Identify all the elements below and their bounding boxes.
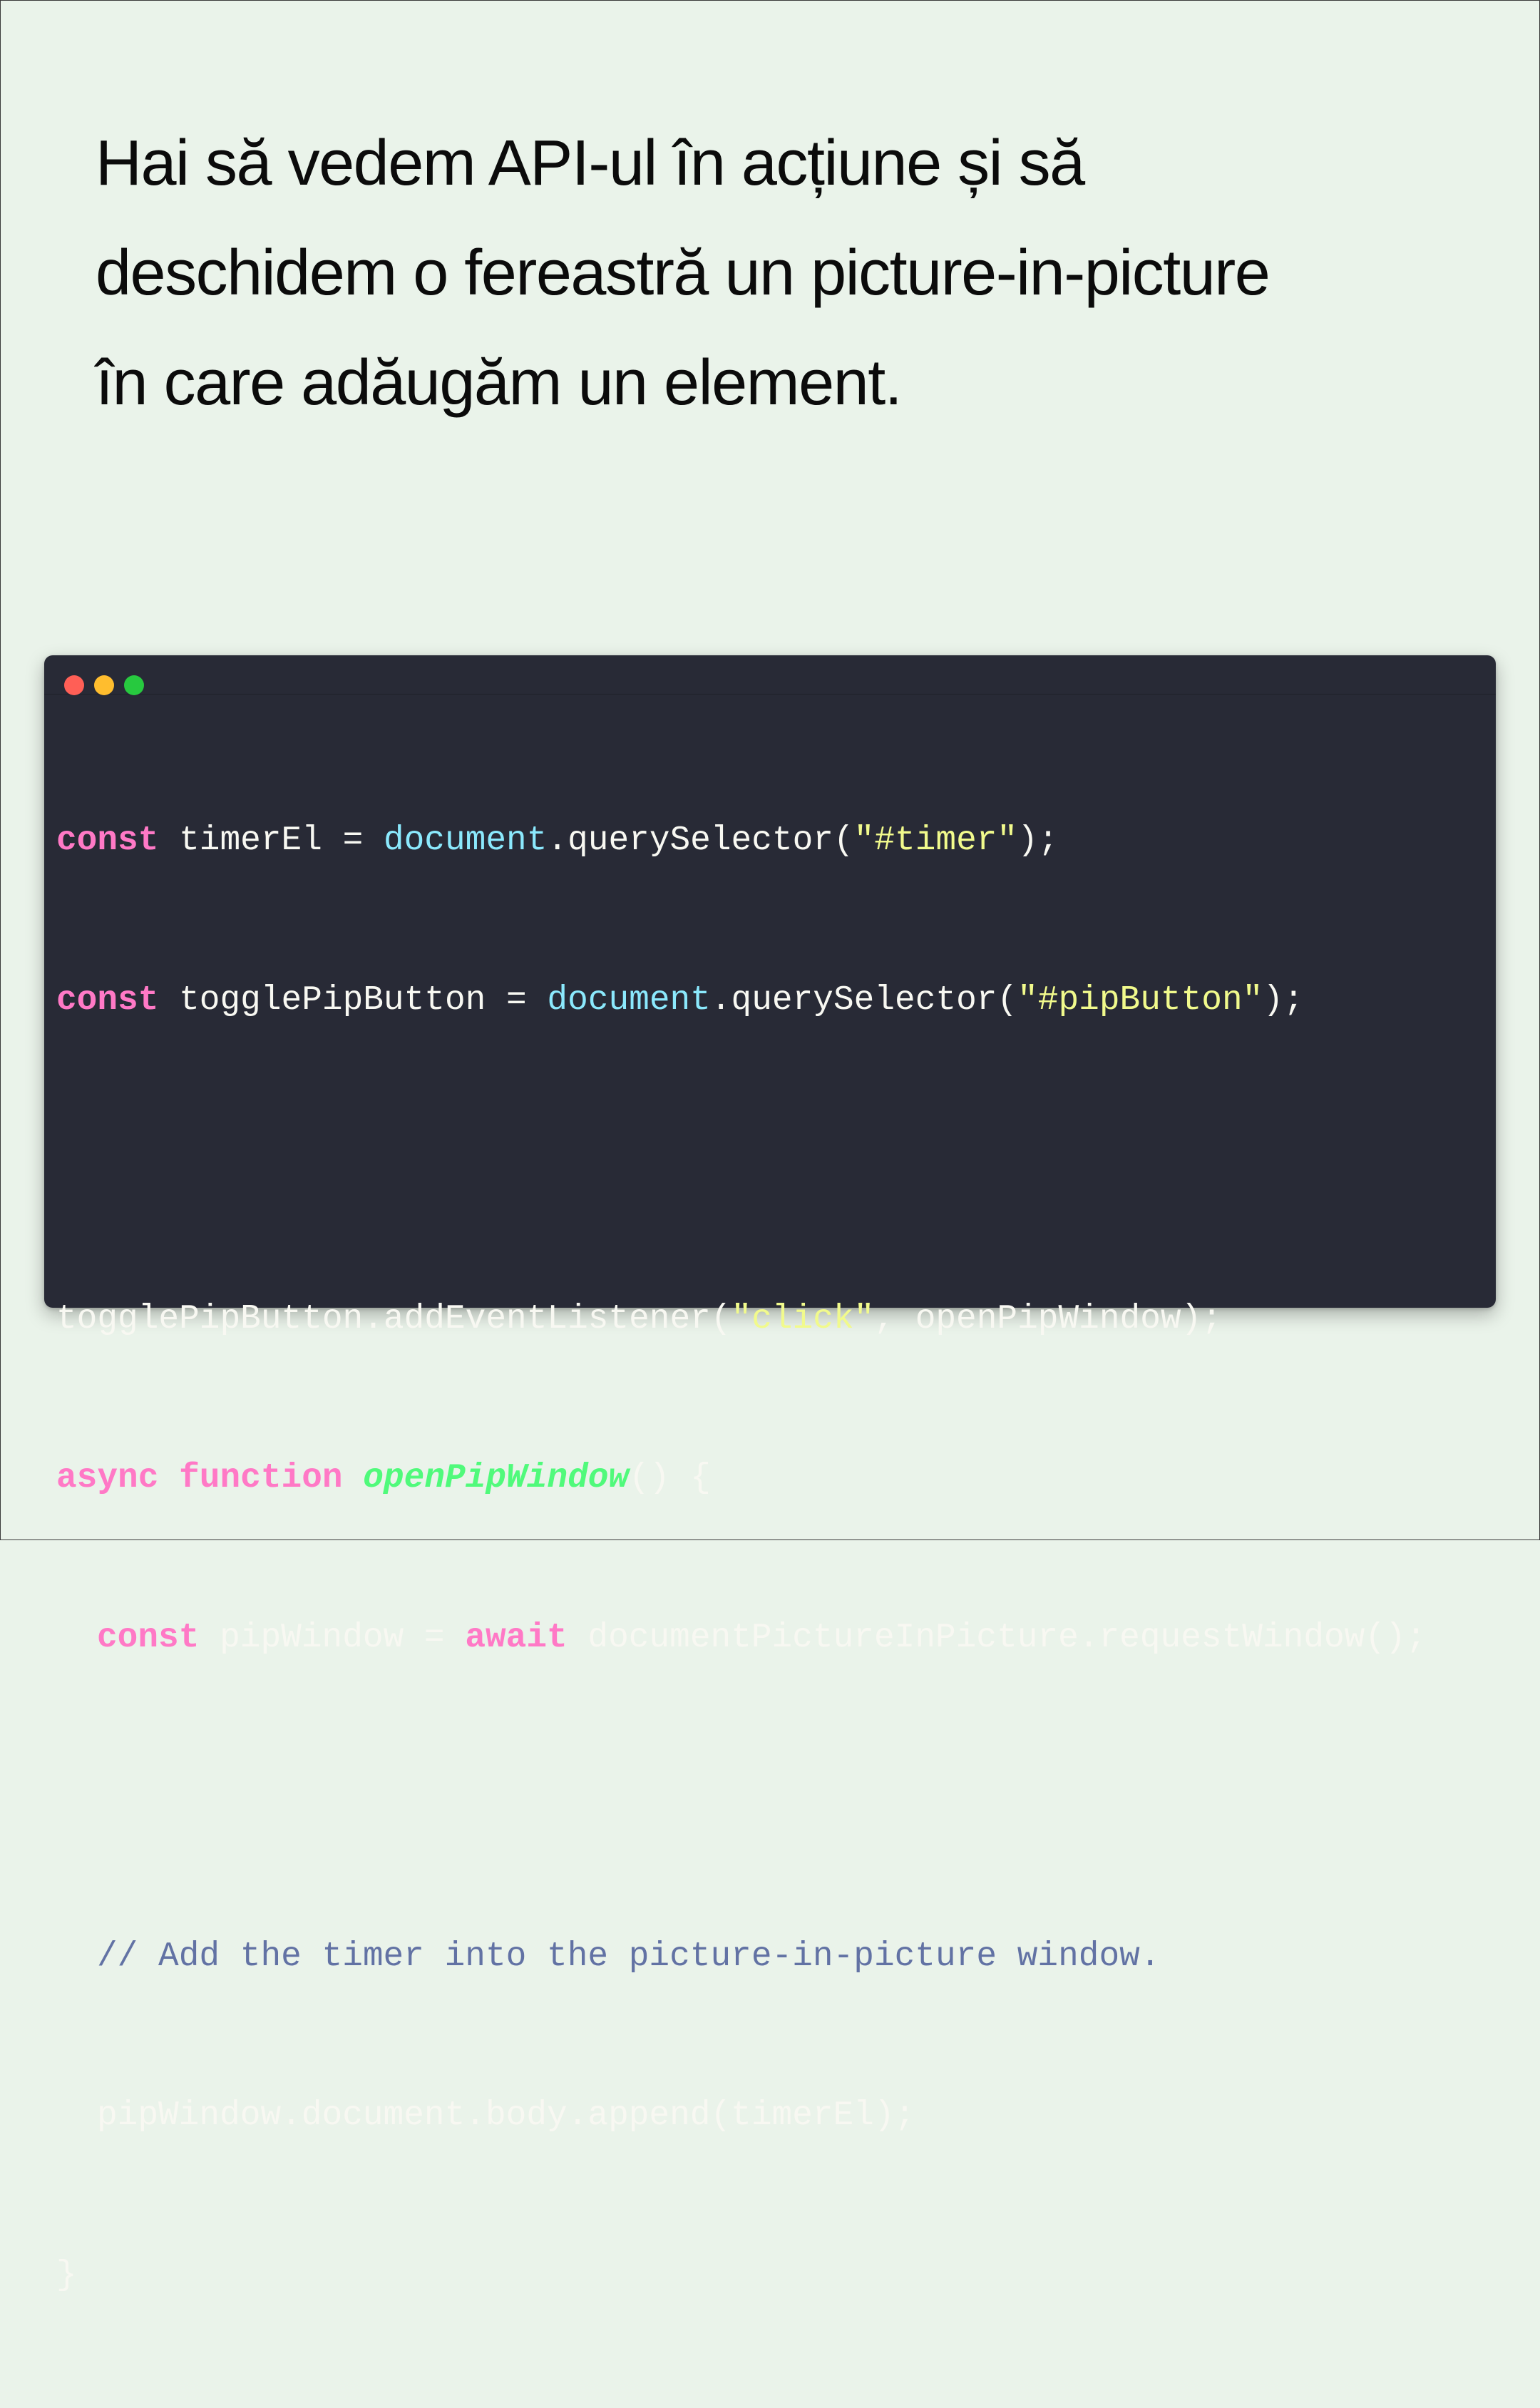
code-text: pipWindow = bbox=[199, 1618, 466, 1657]
code-text: togglePipButton = bbox=[158, 980, 548, 1020]
code-text: () { bbox=[629, 1459, 711, 1497]
code-text: } bbox=[56, 2255, 77, 2295]
code-string: "#timer" bbox=[853, 821, 1018, 860]
code-keyword: const bbox=[97, 1618, 200, 1657]
code-line-4: togglePipButton.addEventListener("click"… bbox=[56, 1293, 1426, 1346]
code-function-name: openPipWindow bbox=[363, 1459, 630, 1497]
code-line-6: const pipWindow = await documentPictureI… bbox=[56, 1612, 1426, 1665]
intro-line-2: deschidem o fereastră un picture-in-pict… bbox=[96, 237, 1270, 309]
code-comment: // Add the timer into the picture-in-pic… bbox=[97, 1937, 1161, 1976]
code-line-10: } bbox=[56, 2249, 1426, 2302]
code-text: .querySelector( bbox=[710, 980, 1018, 1020]
code-builtin: document bbox=[547, 980, 711, 1020]
code-text: togglePipButton.addEventListener( bbox=[56, 1299, 732, 1338]
code-window: const timerEl = document.querySelector("… bbox=[44, 655, 1496, 2295]
code-keyword: function bbox=[179, 1459, 343, 1497]
code-line-8: // Add the timer into the picture-in-pic… bbox=[56, 1930, 1426, 1984]
code-window-titlebar bbox=[44, 655, 1496, 695]
code-line-1: const timerEl = document.querySelector("… bbox=[56, 814, 1426, 868]
code-text: .querySelector( bbox=[547, 821, 854, 860]
code-line-9: pipWindow.document.body.append(timerEl); bbox=[56, 2089, 1426, 2143]
code-text: pipWindow.document.body.append(timerEl); bbox=[97, 2096, 915, 2135]
code-line-2: const togglePipButton = document.querySe… bbox=[56, 974, 1426, 1028]
close-dot-icon bbox=[64, 675, 84, 695]
code-text: documentPictureInPicture.requestWindow()… bbox=[567, 1618, 1427, 1657]
code-string: "#pipButton" bbox=[1017, 980, 1263, 1020]
code-builtin: document bbox=[383, 821, 548, 860]
code-text: ); bbox=[1263, 980, 1304, 1020]
intro-heading: Hai să vedem API-ul în acțiune și să des… bbox=[96, 108, 1450, 438]
code-keyword: async bbox=[56, 1459, 159, 1497]
code-text: , openPipWindow); bbox=[874, 1299, 1222, 1338]
code-keyword: const bbox=[56, 980, 159, 1020]
maximize-dot-icon bbox=[124, 675, 144, 695]
code-keyword: await bbox=[465, 1618, 568, 1657]
code-keyword: const bbox=[56, 821, 159, 860]
code-line-5: async function openPipWindow() { bbox=[56, 1452, 1426, 1505]
code-text: ); bbox=[1017, 821, 1059, 860]
intro-line-3: în care adăugăm un element. bbox=[96, 347, 903, 419]
code-block: const timerEl = document.querySelector("… bbox=[56, 708, 1426, 2408]
code-text: timerEl = bbox=[158, 821, 384, 860]
code-string: "click" bbox=[731, 1299, 875, 1338]
minimize-dot-icon bbox=[94, 675, 114, 695]
intro-line-1: Hai să vedem API-ul în acțiune și să bbox=[96, 128, 1085, 199]
